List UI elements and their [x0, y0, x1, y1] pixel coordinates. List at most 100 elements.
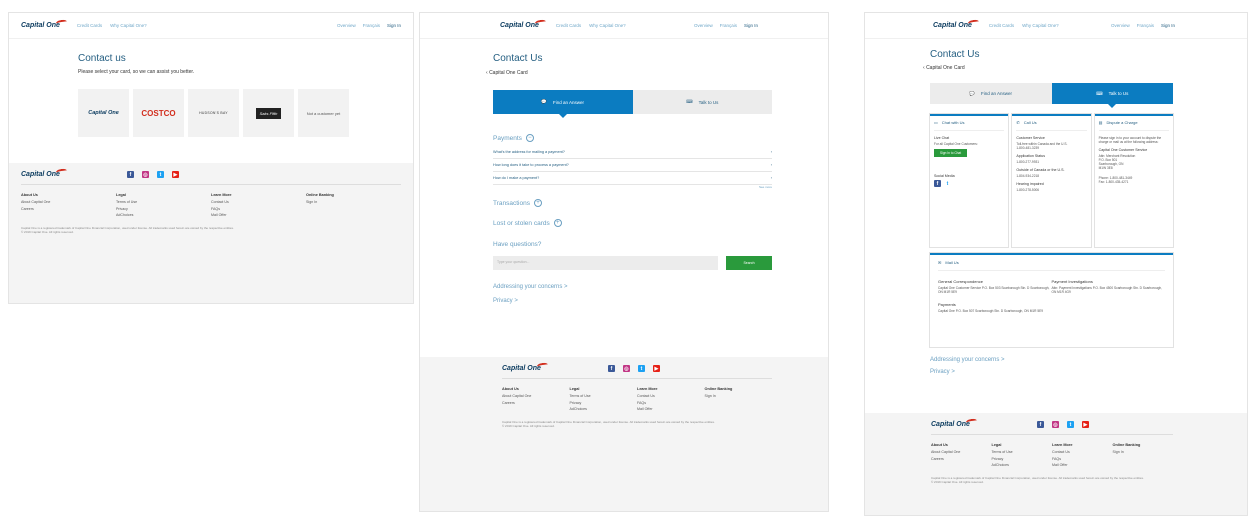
search-button[interactable]: Search	[726, 256, 772, 270]
sign-in-to-chat-button[interactable]: Sign In to Chat	[934, 149, 968, 157]
footer-link[interactable]: AdChoices	[116, 213, 211, 217]
facebook-icon[interactable]: f	[1036, 421, 1044, 428]
footer-link[interactable]: Sign In	[705, 394, 773, 398]
youtube-icon[interactable]: ▶	[1081, 421, 1089, 428]
app-phone[interactable]: 1-800-277-9931	[1016, 160, 1086, 164]
nav-overview[interactable]: Overview	[337, 23, 356, 28]
footer-link[interactable]: Careers	[21, 207, 116, 211]
chevron-right-icon: ›	[770, 150, 772, 154]
twitter-icon[interactable]: t	[637, 365, 645, 372]
nav-credit-cards[interactable]: Credit Cards	[989, 23, 1014, 28]
instagram-icon[interactable]: ◎	[622, 365, 630, 372]
back-link[interactable]: ‹ Capital One Card	[923, 65, 1173, 71]
capital-one-logo[interactable]: Capital One	[21, 19, 68, 29]
nav-language[interactable]: Français	[1137, 23, 1154, 28]
cs-phone[interactable]: 1-800-481-3239	[1016, 146, 1086, 150]
footer-link[interactable]: Privacy	[570, 401, 638, 405]
collapse-icon: −	[525, 134, 534, 142]
hear-phone[interactable]: 1-800-278-5006	[1016, 188, 1086, 192]
footer-link[interactable]: About Capital One	[21, 200, 116, 204]
nav-overview[interactable]: Overview	[694, 23, 713, 28]
back-link[interactable]: ‹ Capital One Card	[486, 70, 772, 76]
twitter-icon[interactable]: t	[156, 171, 164, 178]
pi-label: Payment Investigations	[1051, 279, 1093, 284]
instagram-icon[interactable]: ◎	[141, 171, 149, 178]
nav-why[interactable]: Why Capital One?	[110, 23, 147, 28]
privacy-link[interactable]: Privacy >	[930, 369, 1173, 375]
out-phone[interactable]: 1-804-934-2218	[1016, 174, 1086, 178]
footer-link[interactable]: Careers	[931, 457, 992, 461]
facebook-icon[interactable]: f	[934, 180, 941, 187]
card-saks[interactable]: Saks Fifth	[243, 89, 294, 137]
nav-language[interactable]: Français	[363, 23, 380, 28]
footer-link[interactable]: Mail Offer	[637, 407, 705, 411]
facebook-icon[interactable]: f	[607, 365, 615, 372]
faq-item[interactable]: What's the address for mailing a payment…	[493, 146, 772, 159]
nav-why[interactable]: Why Capital One?	[1022, 23, 1059, 28]
footer-link[interactable]: FAQs	[211, 207, 306, 211]
tab-talk-to-us[interactable]: ⌨ Talk to Us	[1051, 83, 1173, 108]
facebook-icon[interactable]: f	[126, 171, 134, 178]
tab-bar: 💬 Find an Answer ⌨ Talk to Us	[930, 83, 1173, 108]
footer-link[interactable]: Contact Us	[1052, 450, 1113, 454]
nav-overview[interactable]: Overview	[1111, 23, 1130, 28]
out-label: Outside of Canada or the U.S.	[1016, 168, 1065, 172]
app-label: Application Status	[1016, 154, 1046, 158]
question-search-input[interactable]: Type your question...	[493, 256, 718, 270]
card-capital-one[interactable]: Capital One	[78, 89, 129, 137]
tab-find-answer[interactable]: 💬 Find an Answer	[493, 90, 633, 118]
sign-in-link[interactable]: Sign In	[1161, 23, 1175, 28]
privacy-link[interactable]: Privacy >	[493, 298, 772, 304]
footer-link[interactable]: Sign In	[306, 200, 401, 204]
nav-credit-cards[interactable]: Credit Cards	[556, 23, 581, 28]
nav-why[interactable]: Why Capital One?	[589, 23, 626, 28]
expand-icon: +	[553, 219, 562, 227]
call-box: ✆ Call Us Customer Service Toll-free with…	[1012, 114, 1091, 247]
footer-link[interactable]: Contact Us	[211, 200, 306, 204]
section-transactions[interactable]: Transactions +	[493, 199, 772, 207]
footer-link[interactable]: Privacy	[116, 207, 211, 211]
top-nav: Capital One Credit Cards Why Capital One?…	[9, 13, 413, 39]
footer-link[interactable]: About Capital One	[931, 450, 992, 454]
footer-link[interactable]: AdChoices	[992, 463, 1053, 467]
nav-credit-cards[interactable]: Credit Cards	[77, 23, 102, 28]
tab-find-answer[interactable]: 💬 Find an Answer	[930, 83, 1052, 104]
sign-in-link[interactable]: Sign In	[744, 23, 758, 28]
twitter-icon[interactable]: t	[1066, 421, 1074, 428]
instagram-icon[interactable]: ◎	[1051, 421, 1059, 428]
chat-bubbles-icon: 💬	[541, 99, 548, 104]
faq-item[interactable]: How long does it take to process a payme…	[493, 159, 772, 172]
faq-item[interactable]: How do I make a payment? ›	[493, 172, 772, 185]
youtube-icon[interactable]: ▶	[171, 171, 179, 178]
footer-link[interactable]: FAQs	[1052, 457, 1113, 461]
sign-in-link[interactable]: Sign In	[387, 23, 401, 28]
footer-link[interactable]: Privacy	[992, 457, 1053, 461]
footer-link[interactable]: FAQs	[637, 401, 705, 405]
youtube-icon[interactable]: ▶	[652, 365, 660, 372]
card-costco[interactable]: COSTCO	[133, 89, 184, 137]
tab-talk-to-us[interactable]: ⌨ Talk to Us	[632, 90, 772, 114]
footer-link[interactable]: AdChoices	[570, 407, 638, 411]
nav-language[interactable]: Français	[720, 23, 737, 28]
section-payments[interactable]: Payments −	[493, 134, 772, 142]
card-hudsons-bay[interactable]: HUDSON'S BAY	[188, 89, 239, 137]
twitter-icon[interactable]: t	[944, 180, 951, 187]
footer-link[interactable]: Contact Us	[637, 394, 705, 398]
addressing-concerns-link[interactable]: Addressing your concerns >	[493, 284, 772, 290]
hear-label: Hearing impaired	[1016, 182, 1044, 186]
footer-link[interactable]: Sign In	[1113, 450, 1174, 454]
footer-link[interactable]: About Capital One	[502, 394, 570, 398]
footer-link[interactable]: Terms of Use	[116, 200, 211, 204]
footer-link[interactable]: Mail Offer	[211, 213, 306, 217]
footer-link[interactable]: Mail Offer	[1052, 463, 1113, 467]
section-lost-cards[interactable]: Lost or stolen cards +	[493, 219, 772, 227]
see-more-link[interactable]: See more	[493, 185, 772, 189]
capital-one-logo[interactable]: Capital One	[500, 19, 547, 29]
footer-link[interactable]: Terms of Use	[570, 394, 638, 398]
footer-link[interactable]: Terms of Use	[992, 450, 1053, 454]
capital-one-logo[interactable]: Capital One	[933, 19, 980, 29]
addressing-concerns-link[interactable]: Addressing your concerns >	[930, 357, 1173, 363]
gc-label: General Correspondence	[938, 279, 983, 284]
card-not-customer[interactable]: Not a customer yet	[298, 89, 349, 137]
footer-link[interactable]: Careers	[502, 401, 570, 405]
